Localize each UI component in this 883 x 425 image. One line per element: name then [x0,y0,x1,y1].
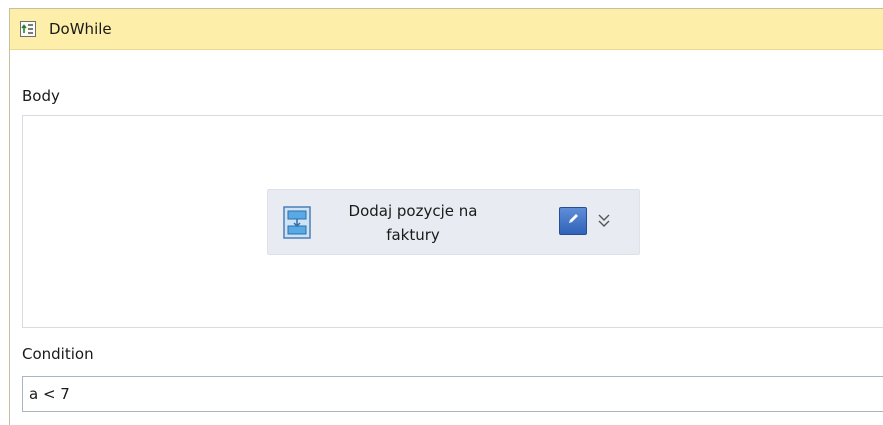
edit-activity-button[interactable] [559,207,587,235]
condition-input[interactable] [22,376,883,412]
child-activity-card[interactable]: Dodaj pozycje na faktury [267,189,640,255]
child-activity-label-line1: Dodaj pozycje na [348,202,478,220]
condition-label: Condition [22,345,94,363]
activity-header[interactable]: DoWhile [10,9,883,50]
child-activity-label-line2: faktury [386,226,440,244]
child-activity-label: Dodaj pozycje na faktury [340,199,486,247]
double-chevron-down-icon[interactable] [595,208,613,234]
dowhile-icon [19,20,37,38]
sequence-activity-icon [283,206,311,239]
activity-title: DoWhile [49,20,112,38]
body-drop-area[interactable]: Dodaj pozycje na faktury [22,115,883,328]
dowhile-activity-frame: DoWhile Body Dodaj pozycje na faktury Co… [9,8,883,425]
pencil-icon [565,211,581,231]
body-label: Body [22,87,60,105]
